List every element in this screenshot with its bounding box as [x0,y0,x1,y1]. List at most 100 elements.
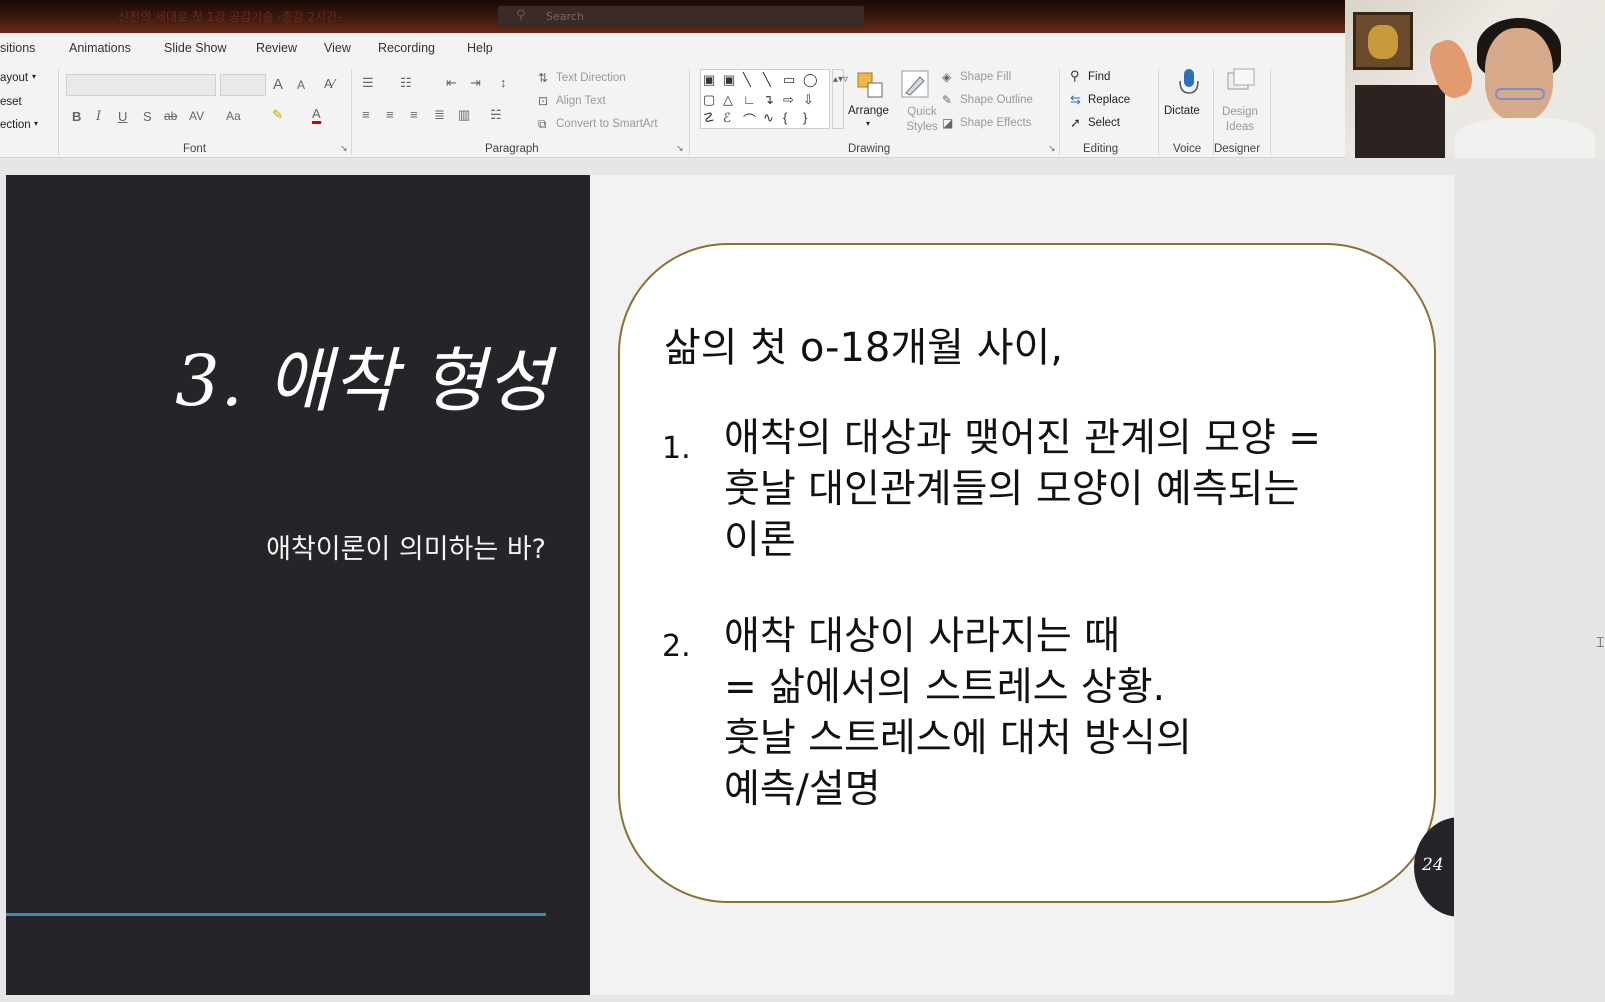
numbering-icon[interactable]: ☷ [400,75,412,91]
select-cursor-icon[interactable]: ➚ [1070,115,1081,131]
columns-icon[interactable]: ▥ [458,107,470,123]
divider [1270,69,1271,155]
divider [689,69,690,155]
change-case-button[interactable]: Aa [226,109,241,123]
scribble-shape-icon[interactable]: ∿ [763,110,774,126]
tab-review[interactable]: Review [256,41,297,55]
list-item-text: 애착의 대상과 맺어진 관계의 모양 = 훗날 대인관계들의 모양이 예측되는 … [724,416,1321,563]
align-text-icon[interactable]: ⊡ [538,94,548,108]
connector-shape-icon[interactable]: ∟ [743,92,756,107]
connector-shape-icon[interactable]: ↴ [763,92,774,108]
slide-subtitle[interactable]: 애착이론이 의미하는 바? [6,527,546,566]
dictate-button[interactable]: Dictate [1164,105,1200,117]
italic-button[interactable]: I [96,109,101,124]
grow-font-icon[interactable]: A [273,76,283,93]
person-glasses [1495,88,1545,100]
arrow-right-shape-icon[interactable]: ⇨ [783,92,794,108]
line-shape-icon[interactable]: ╲ [743,72,751,88]
replace-button[interactable]: Replace [1088,94,1130,106]
dialog-launcher-icon[interactable]: ↘ [340,143,348,154]
shrink-font-icon[interactable]: A [297,78,305,92]
text-direction-icon[interactable]: ⇅ [538,71,548,85]
shape-fill-icon[interactable]: ◈ [942,70,951,84]
vertical-textbox-shape-icon[interactable]: ▣ [723,72,735,88]
align-center-icon[interactable]: ≡ [386,107,394,122]
tab-help[interactable]: Help [467,41,493,55]
dialog-launcher-icon[interactable]: ↘ [676,143,684,154]
textbox-shape-icon[interactable]: ▣ [703,72,715,88]
slide-canvas[interactable]: 3. 애착 형성 애착이론이 의미하는 바? 삶의 첫 o-18개월 사이, 1… [6,175,1506,995]
bold-button[interactable]: B [72,109,81,124]
design-ideas-button[interactable]: Design Ideas [1218,105,1262,135]
align-left-icon[interactable]: ≡ [362,107,370,122]
voice-group-label: Voice [1173,143,1202,155]
design-ideas-icon [1226,67,1256,99]
char-spacing-button[interactable]: AV [189,109,204,123]
shape-fill-button[interactable]: Shape Fill [960,71,1011,83]
search-placeholder: Search [546,10,584,23]
slide-title[interactable]: 3. 애착 형성 [6,325,552,426]
strikethrough-button[interactable]: ab [164,109,177,123]
find-icon[interactable]: ⚲ [1070,68,1080,84]
editing-group-label: Editing [1083,143,1119,155]
line-shape-icon[interactable]: ╲ [763,72,771,88]
paragraph-options-icon[interactable]: ☵ [490,107,502,123]
mouse-cursor-icon: ⌶ [1596,635,1605,651]
search-box[interactable]: ⚲ Search [498,6,864,28]
picture-frame [1353,12,1413,70]
align-right-icon[interactable]: ≡ [410,107,418,122]
divider [1158,69,1159,155]
gallery-scroll-icon[interactable]: ▴▾▿ [832,69,848,129]
content-intro: 삶의 첫 o-18개월 사이, [664,325,1064,371]
highlight-icon[interactable]: ✎ [272,107,283,123]
arrange-button[interactable]: Arrange [848,105,889,117]
shape-outline-icon[interactable]: ✎ [942,93,952,107]
line-spacing-icon[interactable]: ↕ [500,75,507,90]
bullets-icon[interactable]: ☰ [362,75,374,91]
tab-view[interactable]: View [324,41,351,55]
tab-slide-show[interactable]: Slide Show [164,41,227,55]
find-button[interactable]: Find [1088,71,1110,83]
tab-animations[interactable]: Animations [69,41,131,55]
font-color-icon[interactable]: A [312,107,321,124]
curve-shape-icon[interactable]: ℰ [723,110,731,126]
text-direction-button[interactable]: Text Direction [556,72,626,84]
underline-button[interactable]: U [118,109,127,124]
justify-icon[interactable]: ≣ [434,107,445,123]
smartart-icon[interactable]: ⧉ [538,117,547,132]
decrease-indent-icon[interactable]: ⇤ [446,75,457,91]
reset-button[interactable]: eset [0,96,22,108]
rectangle-shape-icon[interactable]: ▭ [783,72,795,88]
rounded-rect-shape-icon[interactable]: ▢ [703,92,715,108]
search-icon: ⚲ [516,8,526,23]
font-size-combo[interactable] [220,74,266,96]
content-card[interactable]: 삶의 첫 o-18개월 사이, 1. 애착의 대상과 맺어진 관계의 모양 = … [618,243,1436,903]
quick-styles-button[interactable]: Quick Styles [902,105,942,135]
clear-format-icon[interactable]: A⁄ [324,76,335,91]
shape-effects-icon[interactable]: ◪ [942,116,953,130]
replace-icon[interactable]: ⇆ [1070,92,1081,108]
brace-shape-icon[interactable]: } [803,110,807,125]
align-text-button[interactable]: Align Text [556,95,606,107]
arrow-down-shape-icon[interactable]: ⇩ [803,92,814,108]
powerpoint-window: 신천의 세대로 첫 1강 공감기술 -총강 2시간- ⚲ Search siti… [0,0,1605,1002]
layout-button[interactable]: ayout [0,72,28,84]
shapes-gallery[interactable]: ▣ ▣ ╲ ╲ ▭ ◯ ▢ △ ∟ ↴ ⇨ ⇩ ☡ ℰ ⌒ ∿ { } [700,69,830,129]
oval-shape-icon[interactable]: ◯ [803,72,818,88]
tab-recording[interactable]: Recording [378,41,435,55]
tab-transitions[interactable]: sitions [0,41,35,55]
select-button[interactable]: Select [1088,117,1120,129]
font-name-combo[interactable] [66,74,216,96]
freeform-shape-icon[interactable]: ☡ [703,110,715,126]
dialog-launcher-icon[interactable]: ↘ [1048,143,1056,154]
brace-shape-icon[interactable]: { [783,110,787,125]
triangle-shape-icon[interactable]: △ [723,92,733,108]
shape-effects-button[interactable]: Shape Effects [960,117,1031,129]
convert-smartart-button[interactable]: Convert to SmartArt [556,118,658,130]
increase-indent-icon[interactable]: ⇥ [470,75,481,91]
section-button[interactable]: ection [0,119,31,131]
arc-shape-icon[interactable]: ⌒ [743,110,756,129]
drawing-group-label: Drawing [848,143,891,155]
shape-outline-button[interactable]: Shape Outline [960,94,1033,106]
shadow-button[interactable]: S [143,109,152,124]
